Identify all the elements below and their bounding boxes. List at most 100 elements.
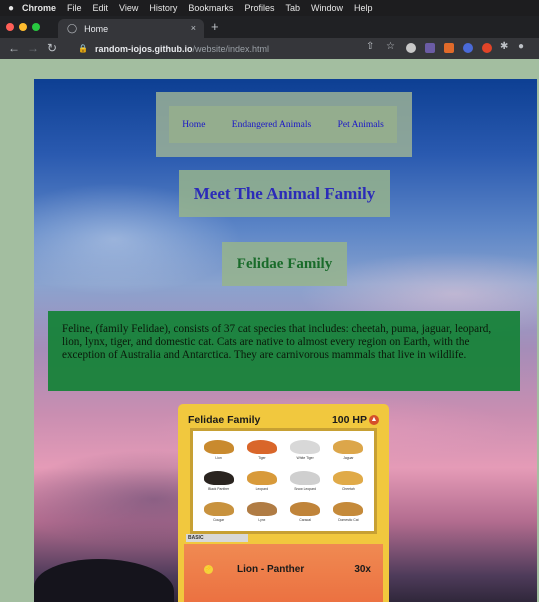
cat-illustration: Cougar [197, 496, 240, 527]
extension-icon[interactable] [406, 43, 416, 53]
section-title-box: Felidae Family [222, 242, 347, 286]
extensions-puzzle-icon[interactable]: ✱ [500, 41, 508, 53]
electric-energy-icon: ⚡ [204, 565, 213, 574]
card-attack-damage: 30x [354, 564, 371, 575]
bookmark-star-icon[interactable]: ☆ [386, 41, 395, 53]
minimize-window-button[interactable] [19, 23, 27, 31]
tab-home[interactable]: ◯ Home × [58, 19, 204, 38]
reload-icon[interactable]: ↻ [47, 41, 57, 55]
tab-strip: ◯ Home × + [0, 16, 539, 38]
menu-bookmarks[interactable]: Bookmarks [188, 3, 233, 13]
menu-tab[interactable]: Tab [285, 3, 300, 13]
cat-illustration: Caracal [284, 496, 327, 527]
url-host: random-iojos.github.io [94, 43, 193, 54]
cat-label: Lynx [258, 517, 266, 522]
close-tab-icon[interactable]: × [191, 23, 196, 33]
cat-label: Jaguar [343, 456, 354, 461]
cat-figure [290, 501, 321, 516]
apple-icon[interactable]: ● [0, 3, 22, 14]
card-attack-name: Lion - Panther [237, 564, 305, 575]
menu-profiles[interactable]: Profiles [244, 3, 274, 13]
cat-label: Snow Leopard [294, 486, 317, 491]
cat-illustration: Domestic Cat [327, 496, 370, 527]
card-name: Felidae Family [188, 414, 261, 426]
close-window-button[interactable] [6, 23, 14, 31]
nav-link-home[interactable]: Home [182, 120, 205, 130]
back-arrow-icon[interactable]: ← [8, 41, 20, 55]
extension-grid-icon[interactable] [425, 43, 435, 53]
cat-figure [290, 470, 321, 485]
lock-icon: 🔒 [78, 44, 88, 53]
profile-icon[interactable]: ● [518, 41, 524, 53]
menu-help[interactable]: Help [354, 3, 373, 13]
new-tab-button[interactable]: + [211, 20, 219, 33]
url-path: /website/index.html [192, 43, 270, 54]
nav-links: Home Endangered Animals Pet Animals [169, 106, 397, 143]
cat-figure [290, 440, 321, 455]
cat-figure [246, 440, 277, 455]
cat-figure [333, 440, 364, 455]
window-controls [6, 23, 40, 31]
menu-file[interactable]: File [67, 3, 82, 13]
menu-window[interactable]: Window [311, 3, 343, 13]
cat-label: Cougar [213, 517, 225, 522]
cat-label: Tiger [258, 456, 266, 461]
cat-illustration: Lion [197, 435, 240, 466]
cat-label: Caracal [299, 517, 311, 522]
cat-illustration: Cheetah [327, 466, 370, 497]
section-title: Felidae Family [236, 255, 333, 272]
cat-illustration: Tiger [240, 435, 283, 466]
cat-illustration: Leopard [240, 466, 283, 497]
card-artwork: Lion Tiger White Tiger Jaguar Black Panther L… [190, 428, 377, 534]
nav-bar: Home Endangered Animals Pet Animals [156, 92, 412, 157]
rock-silhouette [34, 559, 174, 602]
extension-shield-icon[interactable] [482, 43, 492, 53]
cat-label: Cheetah [341, 486, 355, 491]
macos-menu-bar: ● Chrome File Edit View History Bookmark… [0, 0, 539, 16]
forward-arrow-icon[interactable]: → [27, 41, 39, 55]
menu-edit[interactable]: Edit [93, 3, 109, 13]
card-lower-panel: ⚡ Lion - Panther 30x [184, 544, 383, 602]
cat-figure [203, 440, 234, 455]
cat-figure [203, 501, 234, 516]
nav-link-endangered-animals[interactable]: Endangered Animals [232, 120, 311, 130]
share-icon[interactable]: ⇧ [366, 41, 374, 53]
cat-label: Lion [215, 456, 222, 461]
menu-history[interactable]: History [149, 3, 177, 13]
cat-illustration: Snow Leopard [284, 466, 327, 497]
cat-figure [333, 470, 364, 485]
extension-compass-icon[interactable] [463, 43, 473, 53]
cat-label: Domestic Cat [338, 517, 359, 522]
page-viewport: Home Endangered Animals Pet Animals Meet… [0, 59, 539, 602]
card-stage: BASIC [186, 534, 248, 542]
maximize-window-button[interactable] [32, 23, 40, 31]
cat-illustration: White Tiger [284, 435, 327, 466]
nav-link-pet-animals[interactable]: Pet Animals [338, 120, 384, 130]
browser-toolbar: ← → ↻ 🔒 random-iojos.github.io /website/… [0, 38, 539, 59]
page-title: Meet The Animal Family [193, 183, 376, 203]
cat-illustration: Jaguar [327, 435, 370, 466]
menu-view[interactable]: View [119, 3, 138, 13]
card-attack: ⚡ Lion - Panther 30x [190, 564, 377, 575]
fire-energy-icon: ▲ [369, 415, 379, 425]
cat-figure [203, 470, 234, 485]
card-hp-value: 100 HP [331, 414, 367, 426]
cat-illustration: Black Panther [197, 466, 240, 497]
globe-icon: ◯ [67, 23, 78, 33]
cat-figure [246, 470, 277, 485]
card-header: Felidae Family 100 HP ▲ [188, 413, 379, 427]
tab-title: Home [84, 23, 109, 34]
cat-figure [333, 501, 364, 516]
cat-label: White Tiger [296, 456, 314, 461]
sky-background: Home Endangered Animals Pet Animals Meet… [34, 79, 537, 602]
pokemon-style-card-image: Felidae Family 100 HP ▲ Lion Tiger White T… [178, 404, 389, 602]
address-bar[interactable]: 🔒 random-iojos.github.io /website/index.… [78, 41, 458, 56]
description-box: Feline, (family Felidae), consists of 37… [48, 311, 520, 391]
cat-figure [246, 501, 277, 516]
page-title-box: Meet The Animal Family [179, 170, 390, 217]
menu-chrome[interactable]: Chrome [22, 3, 56, 13]
description-text: Feline, (family Felidae), consists of 37… [62, 323, 492, 361]
card-hp: 100 HP ▲ [332, 414, 379, 426]
cat-label: Black Panther [208, 486, 230, 491]
extension-fox-icon[interactable] [444, 43, 454, 53]
